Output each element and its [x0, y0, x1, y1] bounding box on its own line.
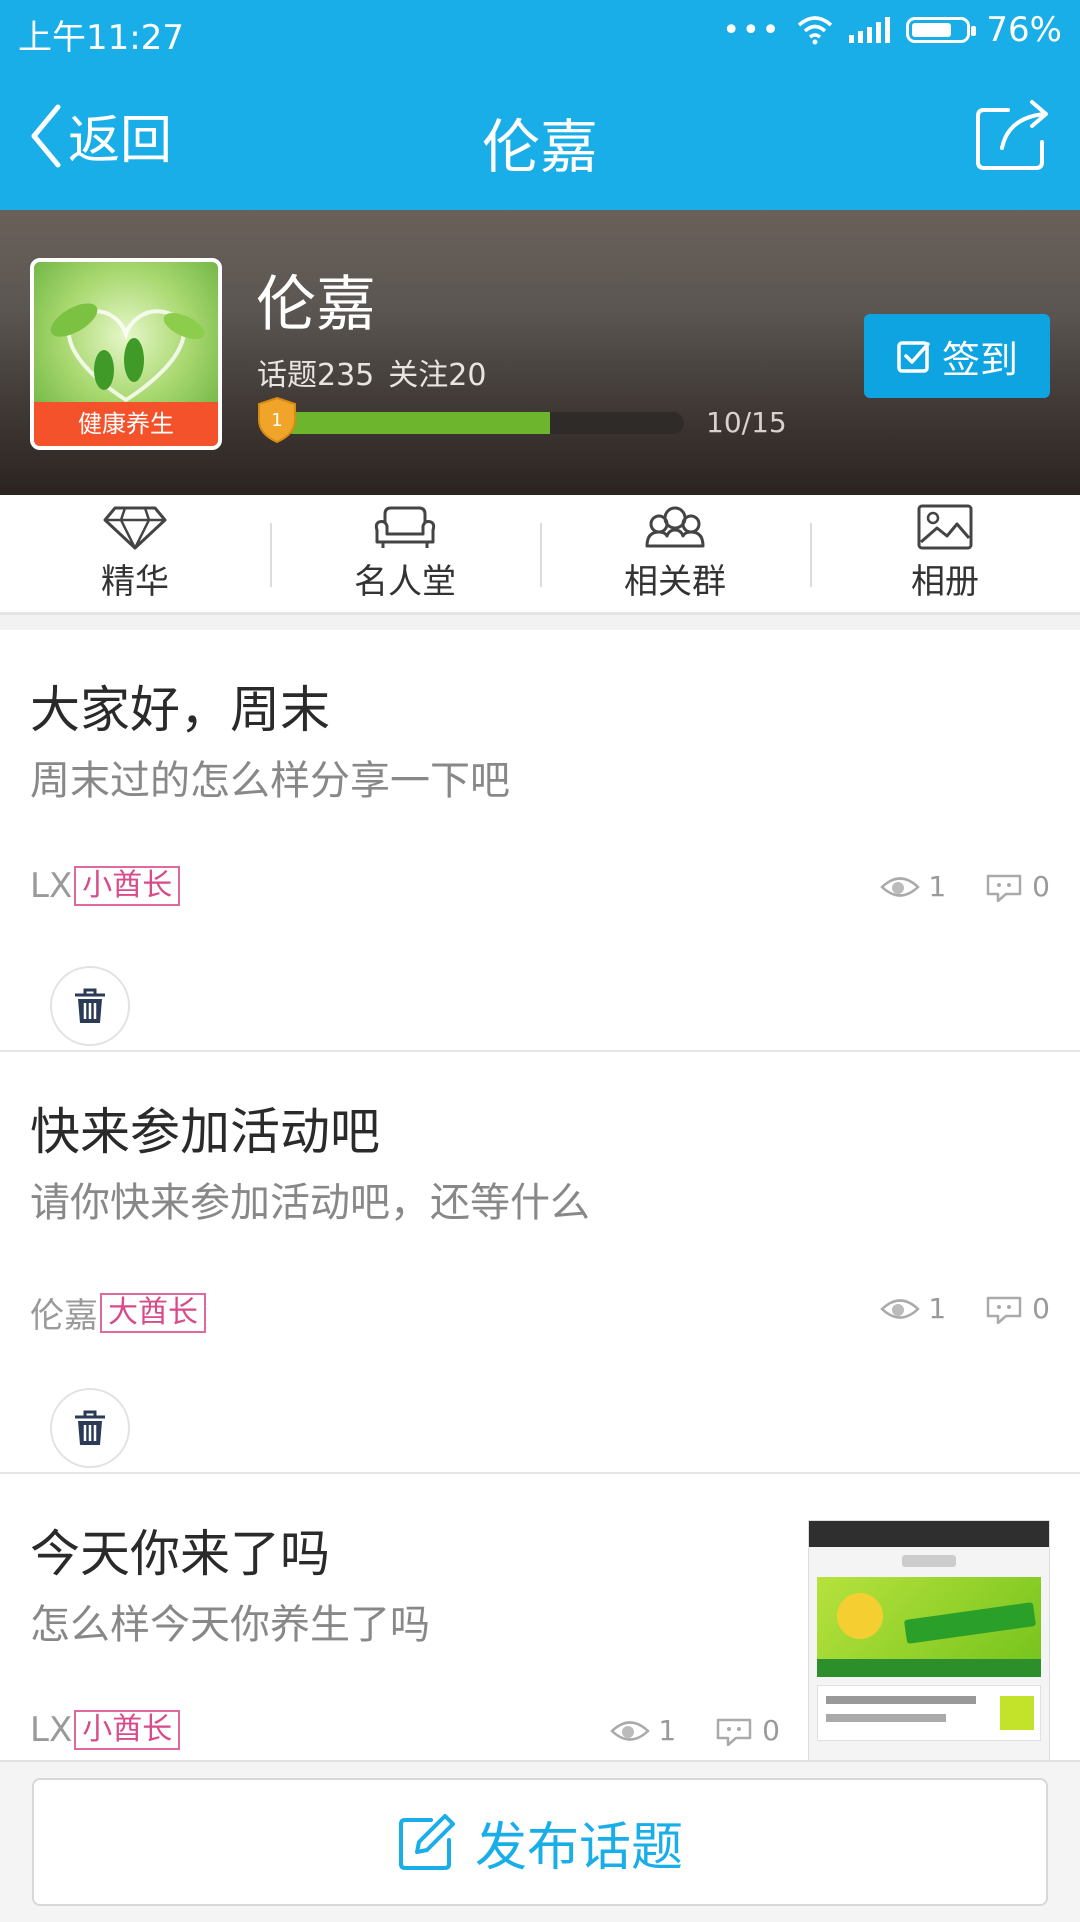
category-badge: 健康养生 — [34, 402, 218, 446]
topic-item[interactable]: 快来参加活动吧 请你快来参加活动吧，还等什么 伦嘉 大酋长 1 0 — [0, 1052, 1080, 1474]
delete-button[interactable] — [50, 966, 130, 1046]
topic-item[interactable]: 大家好，周末 周末过的怎么样分享一下吧 LX 小酋长 1 0 — [0, 630, 1080, 1052]
tab-label: 相关群 — [624, 562, 726, 602]
wifi-icon — [798, 16, 833, 45]
album-icon — [917, 504, 973, 550]
comment-count: 0 — [1032, 1292, 1050, 1325]
topic-summary: 周末过的怎么样分享一下吧 — [30, 758, 510, 804]
publish-topic-button[interactable]: 发布话题 — [32, 1778, 1048, 1906]
author-role-badge: 大酋长 — [100, 1292, 206, 1333]
status-icons: ••• 76% — [722, 8, 1062, 52]
eye-icon — [880, 1298, 921, 1319]
tab-hall-of-fame[interactable]: 名人堂 — [270, 495, 540, 612]
thumbnail-card — [817, 1685, 1041, 1741]
thumbnail-banner — [817, 1577, 1041, 1677]
topic-author: LX 小酋长 — [30, 866, 181, 906]
diamond-icon — [103, 506, 167, 550]
view-count: 1 — [658, 1714, 677, 1747]
status-bar: 上午11:27 ••• 76% — [0, 0, 1080, 60]
signin-label: 签到 — [941, 337, 1018, 382]
comment-count: 0 — [762, 1714, 780, 1747]
sofa-icon — [374, 506, 436, 548]
view-count: 1 — [928, 870, 947, 903]
eye-icon — [880, 876, 921, 897]
view-count: 1 — [928, 1292, 947, 1325]
topic-thumbnail[interactable] — [808, 1520, 1050, 1762]
tab-featured[interactable]: 精华 — [0, 495, 270, 612]
topic-stats: 1 0 — [880, 1292, 1050, 1325]
group-stats: 话题235 关注20 — [257, 350, 486, 394]
tab-label: 名人堂 — [354, 562, 456, 602]
comment-count: 0 — [1032, 870, 1050, 903]
eye-icon — [610, 1720, 651, 1741]
level-number: 1 — [271, 410, 282, 431]
tab-label: 相册 — [911, 562, 979, 602]
tab-related-groups[interactable]: 相关群 — [540, 495, 810, 612]
level-shield-icon: 1 — [258, 396, 296, 444]
author-role-badge: 小酋长 — [74, 1710, 181, 1750]
trash-icon — [75, 988, 105, 1023]
nav-bar: 返回 伦嘉 — [0, 60, 1080, 210]
bottom-bar: 发布话题 — [0, 1760, 1080, 1922]
level-progress-bar — [282, 412, 684, 434]
author-role-badge: 小酋长 — [74, 866, 181, 906]
comment-icon — [716, 1718, 752, 1746]
leaf-heart-image — [50, 303, 205, 403]
signin-button[interactable]: 签到 — [864, 314, 1050, 398]
group-icon — [645, 506, 705, 548]
status-time: 上午11:27 — [18, 18, 184, 58]
follow-count: 关注20 — [388, 358, 487, 393]
share-icon[interactable] — [974, 96, 1054, 172]
topic-title: 今天你来了吗 — [30, 1525, 330, 1583]
checkbox-icon — [897, 341, 930, 373]
topic-stats: 1 0 — [880, 870, 1050, 903]
group-header: 健康养生 伦嘉 话题235 关注20 1 10/15 签到 — [0, 210, 1080, 495]
level-progress-text: 10/15 — [706, 406, 787, 439]
signal-icon — [849, 17, 891, 43]
delete-button[interactable] — [50, 1388, 130, 1468]
author-name: LX — [30, 866, 73, 906]
more-dots-icon: ••• — [722, 12, 782, 48]
topic-author: LX 小酋长 — [30, 1710, 181, 1750]
tab-album[interactable]: 相册 — [810, 495, 1080, 612]
topic-stats: 1 0 — [610, 1714, 780, 1747]
comment-icon — [986, 874, 1022, 902]
thumbnail-header — [809, 1521, 1049, 1547]
author-name: LX — [30, 1710, 73, 1750]
trash-icon — [75, 1410, 105, 1445]
author-name: 伦嘉 — [30, 1296, 98, 1336]
comment-icon — [986, 1296, 1022, 1324]
tab-label: 精华 — [101, 562, 169, 602]
publish-label: 发布话题 — [474, 1817, 683, 1878]
edit-icon — [398, 1814, 455, 1870]
topic-summary: 怎么样今天你养生了吗 — [30, 1602, 430, 1648]
page-title: 伦嘉 — [481, 113, 598, 181]
topic-count: 话题235 — [257, 358, 375, 393]
thumbnail-timestamp — [902, 1555, 956, 1567]
battery-icon — [906, 17, 977, 43]
group-tabs: 精华 名人堂 相关群 相册 — [0, 495, 1080, 615]
group-name: 伦嘉 — [256, 270, 376, 340]
battery-percent: 76% — [986, 10, 1062, 50]
topic-title: 大家好，周末 — [30, 681, 330, 739]
topic-title: 快来参加活动吧 — [30, 1103, 380, 1161]
topic-summary: 请你快来参加活动吧，还等什么 — [30, 1180, 590, 1226]
topic-author: 伦嘉 大酋长 — [30, 1288, 206, 1337]
group-avatar: 健康养生 — [30, 258, 222, 450]
